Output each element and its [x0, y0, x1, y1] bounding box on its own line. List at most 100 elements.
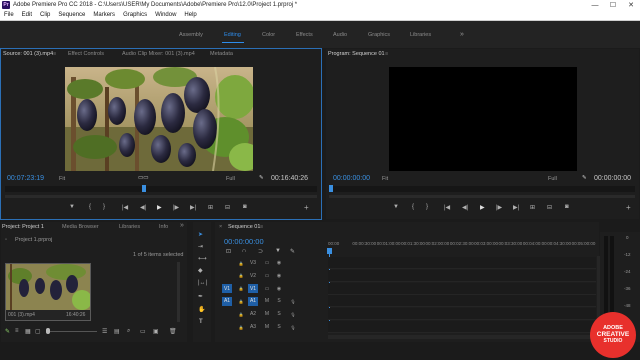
lock-icon[interactable]: 🔒	[236, 271, 246, 280]
tab-effect-controls[interactable]: Effect Controls	[68, 51, 104, 57]
sort-icon[interactable]: ☰	[102, 328, 107, 335]
source-add-button-icon[interactable]: +	[304, 203, 309, 212]
lock-icon[interactable]: 🔒	[236, 297, 246, 306]
razor-tool-icon[interactable]: ◆	[198, 267, 203, 274]
go-to-in-icon[interactable]: |◀	[122, 204, 128, 211]
source-time-ruler[interactable]	[5, 186, 317, 192]
find-icon[interactable]: ⌕	[127, 328, 130, 335]
add-marker-icon[interactable]: ▼	[69, 204, 75, 210]
go-to-out-icon[interactable]: ▶|	[190, 204, 196, 211]
sync-lock-icon[interactable]: ▭	[262, 271, 272, 280]
source-tab-menu-icon[interactable]: ≡	[53, 51, 56, 57]
mute-button[interactable]: M	[262, 323, 272, 332]
source-zoom-scrollbar[interactable]	[5, 195, 317, 198]
play-icon[interactable]: ▶	[157, 204, 162, 211]
minimize-button[interactable]: —	[586, 0, 604, 10]
solo-button[interactable]: S	[274, 310, 284, 319]
pen-tool-icon[interactable]: ✒	[198, 293, 203, 300]
lock-icon[interactable]: 🔒	[236, 284, 246, 293]
menu-graphics[interactable]: Graphics	[119, 12, 151, 18]
voice-over-record-icon[interactable]: 🎙	[288, 323, 298, 332]
program-quality-dropdown[interactable]: Full	[548, 176, 557, 182]
track-target-v1[interactable]: V1	[248, 284, 258, 294]
wrench-icon[interactable]: ✎	[259, 175, 264, 181]
timeline-ruler[interactable]: 00:00 00:00:30:00 00:01:00:00 00:01:30:00 00…	[328, 238, 596, 254]
step-forward-icon[interactable]: |▶	[173, 204, 179, 211]
source-patch-v1[interactable]: V1	[222, 284, 232, 294]
track-target-a1[interactable]: A1	[248, 296, 258, 306]
timeline-horizontal-scrollbar[interactable]	[328, 335, 596, 339]
new-bin-icon[interactable]: ▭	[140, 328, 146, 335]
program-add-marker-icon[interactable]: ▼	[393, 204, 399, 210]
workspace-libraries[interactable]: Libraries	[410, 32, 431, 38]
tab-sequence-01[interactable]: Sequence 01	[228, 224, 260, 230]
selection-tool-icon[interactable]: ➤	[198, 231, 203, 238]
source-patch-v3[interactable]	[222, 259, 232, 268]
program-add-button-icon[interactable]: +	[626, 203, 631, 212]
lock-icon[interactable]: 🔒	[236, 323, 246, 332]
snap-icon[interactable]: ∩	[242, 248, 246, 254]
timeline-close-icon[interactable]: ×	[219, 224, 222, 230]
clip-thumbnail-card[interactable]: 001 (3).mp4 16:40:26	[5, 263, 91, 321]
workspace-color[interactable]: Color	[262, 32, 275, 38]
track-lane-a3[interactable]	[328, 321, 596, 333]
menu-sequence[interactable]: Sequence	[54, 12, 89, 18]
add-marker-timeline-icon[interactable]: ▼	[275, 248, 281, 254]
sync-lock-icon[interactable]: ▭	[262, 284, 272, 293]
source-quality-dropdown[interactable]: Full	[226, 176, 235, 182]
project-scrollbar[interactable]	[177, 262, 180, 322]
source-patch-a3[interactable]	[222, 323, 232, 332]
track-lane-a1[interactable]	[328, 295, 596, 308]
hand-tool-icon[interactable]: ✋	[198, 306, 205, 313]
export-frame-icon[interactable]: ◙	[243, 204, 247, 210]
program-go-to-in-icon[interactable]: |◀	[444, 204, 450, 211]
freeform-view-icon[interactable]: ▢	[35, 328, 41, 335]
program-tab-menu-icon[interactable]: ≡	[385, 51, 388, 57]
track-lane-a2[interactable]	[328, 308, 596, 321]
source-patch-v2[interactable]	[222, 271, 232, 280]
program-mark-out-icon[interactable]: }	[426, 204, 428, 210]
tab-audio-clip-mixer[interactable]: Audio Clip Mixer: 001 (3).mp4	[122, 51, 195, 57]
close-button[interactable]: ✕	[622, 0, 640, 10]
project-tabs-overflow-button[interactable]: »	[180, 222, 184, 229]
source-current-timecode[interactable]: 00:07:23:19	[7, 175, 44, 182]
solo-button[interactable]: S	[274, 323, 284, 332]
overwrite-icon[interactable]: ⊟	[225, 204, 230, 211]
track-target-v2[interactable]: V2	[248, 271, 258, 280]
workspace-editing[interactable]: Editing	[224, 32, 241, 38]
program-zoom-scrollbar[interactable]	[329, 195, 635, 198]
linked-selection-icon[interactable]: ⊃	[258, 248, 263, 255]
source-patch-a1[interactable]: A1	[222, 296, 232, 306]
eye-icon[interactable]: ◉	[274, 259, 284, 268]
timeline-settings-wrench-icon[interactable]: ✎	[290, 248, 295, 255]
source-patch-a2[interactable]	[222, 310, 232, 319]
tab-info[interactable]: Info	[159, 224, 168, 230]
program-current-timecode[interactable]: 00:00:00:00	[333, 175, 370, 182]
slip-tool-icon[interactable]: |↔|	[198, 280, 207, 286]
program-mark-in-icon[interactable]: {	[412, 204, 414, 210]
mute-button[interactable]: M	[262, 310, 272, 319]
tab-source[interactable]: Source: 001 (3).mp4	[3, 51, 53, 57]
program-export-frame-icon[interactable]: ◙	[565, 204, 569, 210]
track-target-a2[interactable]: A2	[248, 310, 258, 319]
insert-icon[interactable]: ⊞	[208, 204, 213, 211]
list-view-icon[interactable]: ≡	[15, 328, 19, 334]
track-lane-v3[interactable]	[328, 257, 596, 269]
automate-to-sequence-icon[interactable]: ▤	[114, 328, 120, 335]
menu-file[interactable]: File	[0, 12, 18, 18]
voice-over-record-icon[interactable]: 🎙	[288, 297, 298, 306]
source-marker-icon[interactable]: ▭▭	[138, 175, 148, 181]
program-go-to-out-icon[interactable]: ▶|	[513, 204, 519, 211]
source-playhead[interactable]	[142, 185, 147, 192]
track-target-a3[interactable]: A3	[248, 323, 258, 332]
workspace-graphics[interactable]: Graphics	[368, 32, 390, 38]
track-lane-v1[interactable]	[328, 282, 596, 295]
program-play-icon[interactable]: ▶	[480, 204, 485, 211]
new-item-icon[interactable]: ▣	[153, 328, 159, 335]
menu-help[interactable]: Help	[180, 12, 200, 18]
mark-out-icon[interactable]: }	[103, 204, 105, 210]
solo-button[interactable]: S	[274, 297, 284, 306]
workspaces-overflow-button[interactable]: »	[460, 31, 464, 38]
nest-icon[interactable]: ⊡	[226, 248, 231, 255]
ripple-edit-tool-icon[interactable]: ⟷	[198, 255, 207, 262]
